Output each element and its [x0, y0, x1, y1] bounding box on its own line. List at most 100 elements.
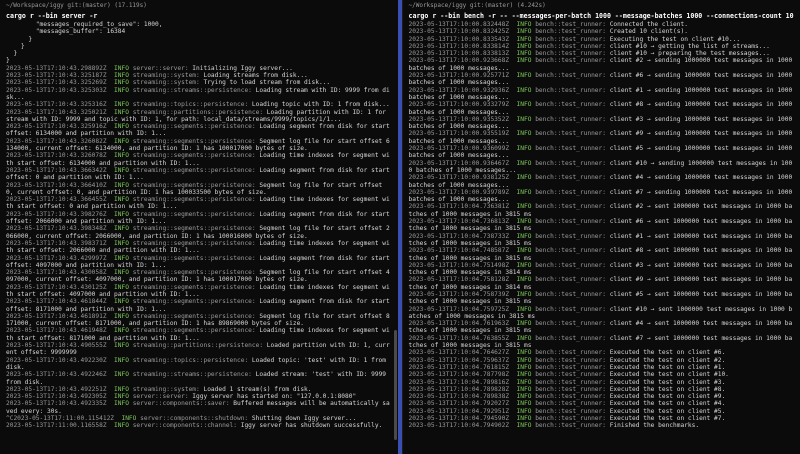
log-line: 2023-05-13T17:10:00.833814Z INFO bench::… [409, 43, 795, 50]
log-level: INFO [516, 145, 532, 153]
log-level: INFO [516, 334, 532, 342]
log-line: 2023-05-13T17:10:43.398276Z INFO streami… [6, 211, 392, 226]
log-level: INFO [516, 42, 532, 50]
log-message: Trying to load stream from disk... [199, 79, 331, 87]
log-line: 2023-05-13T17:11:00.116558Z INFO server:… [6, 422, 392, 429]
log-message: Executed the test on client #4. [605, 400, 726, 408]
log-module: bench::test_runner: [535, 407, 606, 415]
log-module: bench::test_runner: [535, 232, 606, 240]
log-timestamp: 2023-05-13T17:10:04.794902Z [408, 422, 510, 430]
log-line: 2023-05-13T17:10:04.789838Z INFO bench::… [409, 393, 795, 400]
log-level: INFO [516, 35, 532, 43]
log-module: bench::test_runner: [535, 130, 606, 138]
log-module: streaming::segments::persistence: [132, 152, 256, 160]
log-timestamp: 2023-05-13T17:10:00.935519Z [408, 130, 510, 138]
log-timestamp: 2023-05-13T17:10:43.366342Z [6, 166, 107, 174]
log-message: Shutting down Iggy server... [248, 415, 357, 423]
log-line: 2023-05-13T17:10:04.738733Z INFO bench::… [409, 233, 795, 248]
log-line: 2023-05-13T17:10:43.366342Z INFO streami… [6, 167, 392, 182]
log-line: 2023-05-13T17:10:43.461891Z INFO streami… [6, 313, 392, 328]
log-line: 2023-05-13T17:10:43.326082Z INFO streami… [6, 138, 392, 153]
log-timestamp: 2023-05-13T17:10:00.833814Z [408, 42, 510, 50]
log-message: Loading streams from disk... [199, 72, 308, 80]
log-line: 2023-05-13T17:10:04.758128Z INFO bench::… [409, 276, 795, 291]
log-module: bench::test_runner: [535, 218, 606, 226]
log-timestamp: 2023-05-13T17:10:04.738733Z [408, 232, 510, 240]
log-timestamp: 2023-05-13T17:10:43.298892Z [6, 64, 107, 72]
pane-header-bench: ~/Workspace/iggy git:(master) (4.242s) [408, 2, 546, 9]
log-message: Executed the test on client #6. [605, 349, 726, 357]
log-message: Executed the test on client #8. [605, 385, 726, 393]
log-message: Finished the benchmarks. [605, 422, 700, 430]
log-timestamp: 2023-05-13T17:10:04.751498Z [408, 261, 510, 269]
log-module: bench::test_runner: [535, 57, 606, 65]
log-level: INFO [516, 261, 532, 269]
log-level: INFO [114, 422, 129, 430]
terminal-pane-server[interactable]: ~/Workspace/iggy git:(master) (17.119s) … [0, 0, 398, 454]
log-module: bench::test_runner: [535, 35, 606, 43]
log-timestamp: 2023-05-13T17:10:04.758739Z [408, 290, 510, 298]
log-timestamp: 2023-05-13T17:10:04.736381Z [408, 203, 510, 211]
config-line: } [6, 36, 392, 43]
log-level: INFO [114, 385, 129, 393]
log-module: bench::test_runner: [535, 159, 606, 167]
log-level: INFO [516, 378, 532, 386]
log-message: Connected the client. [605, 21, 688, 28]
log-timestamp: 2023-05-13T17:10:00.936467Z [408, 159, 510, 167]
log-level: INFO [114, 371, 129, 379]
log-timestamp: 2023-05-13T17:10:43.398276Z [6, 210, 107, 218]
log-timestamp: 2023-05-13T17:10:04.761963Z [408, 320, 510, 328]
config-line: "messages_required_to_save": 1000, [6, 21, 392, 28]
log-line: 2023-05-13T17:10:04.758739Z INFO bench::… [409, 291, 795, 306]
log-line: 2023-05-13T17:10:04.748587Z INFO bench::… [409, 247, 795, 262]
log-line: 2023-05-13T17:10:00.939789Z INFO bench::… [409, 189, 795, 204]
log-level: INFO [516, 247, 532, 255]
log-line: ^C2023-05-13T17:11:00.115412Z INFO serve… [6, 415, 392, 422]
log-module: bench::test_runner: [535, 334, 606, 342]
terminal-pane-bench[interactable]: ~/Workspace/iggy git:(master) (4.242s) c… [401, 0, 800, 454]
log-timestamp: 2023-05-13T17:10:43.325021Z [6, 108, 107, 116]
log-level: INFO [114, 327, 129, 335]
log-level: INFO [516, 407, 532, 415]
log-module: streaming::segments::persistence: [132, 225, 256, 233]
log-timestamp: 2023-05-13T17:10:43.325316Z [6, 101, 107, 109]
log-timestamp: 2023-05-13T17:10:43.366455Z [6, 196, 107, 204]
scrollbar-server[interactable] [393, 330, 397, 440]
log-timestamp: 2023-05-13T17:10:04.764627Z [408, 349, 510, 357]
log-module: streaming::segments::persistence: [132, 196, 256, 204]
log-message: client #10 → preparing the test messages… [605, 50, 770, 58]
log-timestamp: 2023-05-13T17:10:43.461844Z [6, 298, 107, 306]
log-level: INFO [516, 188, 532, 196]
log-line: 2023-05-13T17:10:43.325187Z INFO streami… [6, 72, 392, 79]
log-timestamp: 2023-05-13T17:10:00.833813Z [408, 50, 510, 58]
log-line: 2023-05-13T17:10:43.325021Z INFO streami… [6, 109, 392, 124]
log-line: 2023-05-13T17:10:04.792027Z INFO bench::… [409, 400, 795, 407]
log-module: streaming::segments::persistence: [132, 166, 256, 174]
log-line: 2023-05-13T17:10:00.832425Z INFO bench::… [409, 28, 795, 35]
log-line: 2023-05-13T17:10:00.833813Z INFO bench::… [409, 50, 795, 57]
log-timestamp: 2023-05-13T17:10:43.398348Z [6, 225, 107, 233]
log-message: Iggy server has shutdown successfully. [237, 422, 383, 430]
log-module: streaming::partitions::persistence: [132, 342, 264, 350]
log-level: INFO [114, 137, 129, 145]
log-module: bench::test_runner: [535, 415, 606, 423]
log-level: INFO [114, 342, 129, 350]
log-level: INFO [516, 305, 532, 313]
log-message: Executed the test on client #3. [605, 378, 726, 386]
log-line: 2023-05-13T17:10:04.794590Z INFO bench::… [409, 415, 795, 422]
log-level: INFO [516, 422, 532, 430]
log-level: INFO [516, 276, 532, 284]
log-level: INFO [516, 320, 532, 328]
pane-header-server: ~/Workspace/iggy git:(master) (17.119s) [6, 2, 147, 9]
log-timestamp: 2023-05-13T17:10:43.461948Z [6, 327, 107, 335]
log-module: server::server: [132, 64, 189, 72]
log-line: 2023-05-13T17:10:43.325303Z INFO streami… [6, 87, 392, 102]
log-timestamp: 2023-05-13T17:10:04.787798Z [408, 371, 510, 379]
log-line: 2023-05-13T17:10:04.794902Z INFO bench::… [409, 422, 795, 429]
config-line: } [6, 50, 392, 57]
log-level: INFO [516, 385, 532, 393]
log-timestamp: 2023-05-13T17:10:43.492246Z [6, 371, 107, 379]
log-line: 2023-05-13T17:10:43.398371Z INFO streami… [6, 240, 392, 255]
log-line: 2023-05-13T17:10:00.925771Z INFO bench::… [409, 72, 795, 87]
log-timestamp: 2023-05-13T17:10:43.490555Z [6, 342, 107, 350]
